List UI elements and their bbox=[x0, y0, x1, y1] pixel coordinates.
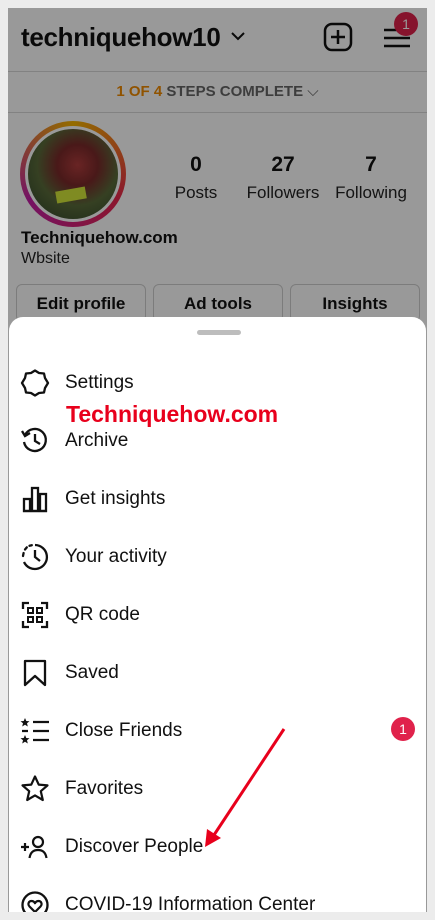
menu-item-covid-19-information-center[interactable]: COVID-19 Information Center bbox=[9, 877, 426, 915]
close-friends-badge: 1 bbox=[391, 717, 415, 741]
archive-clock-icon bbox=[21, 427, 47, 453]
menu-item-get-insights[interactable]: Get insights bbox=[9, 471, 426, 529]
menu-item-label: COVID-19 Information Center bbox=[65, 894, 316, 915]
annotation-arrow bbox=[205, 728, 286, 847]
menu-item-label: Close Friends bbox=[65, 720, 183, 741]
menu-item-label: QR code bbox=[65, 604, 140, 625]
star-icon bbox=[21, 775, 49, 802]
covid-heart-icon bbox=[21, 891, 49, 912]
menu-item-label: Settings bbox=[65, 372, 134, 393]
bar-chart-icon bbox=[22, 486, 48, 513]
screen-frame: techniquehow10 1 1 OF 4 STEPS COMPLETE ⌵… bbox=[0, 0, 435, 920]
activity-clock-icon bbox=[21, 543, 48, 571]
close-friends-list-icon bbox=[20, 718, 49, 744]
sheet-drag-handle[interactable] bbox=[197, 330, 241, 335]
menu-item-label: Favorites bbox=[65, 778, 144, 799]
bookmark-icon bbox=[23, 659, 47, 687]
settings-gear-icon bbox=[20, 369, 50, 397]
menu-item-label: Archive bbox=[65, 430, 129, 451]
watermark-text: Techniquehow.com bbox=[66, 401, 279, 427]
add-person-icon bbox=[21, 835, 48, 859]
menu-item-saved[interactable]: Saved bbox=[9, 645, 426, 703]
menu-item-label: Your activity bbox=[65, 546, 167, 567]
menu-item-your-activity[interactable]: Your activity bbox=[9, 529, 426, 587]
qr-code-icon bbox=[21, 601, 49, 629]
menu-item-label: Discover People bbox=[65, 836, 204, 857]
menu-item-qr-code[interactable]: QR code bbox=[9, 587, 426, 645]
menu-item-label: Saved bbox=[65, 662, 119, 683]
menu-item-label: Get insights bbox=[65, 488, 166, 509]
